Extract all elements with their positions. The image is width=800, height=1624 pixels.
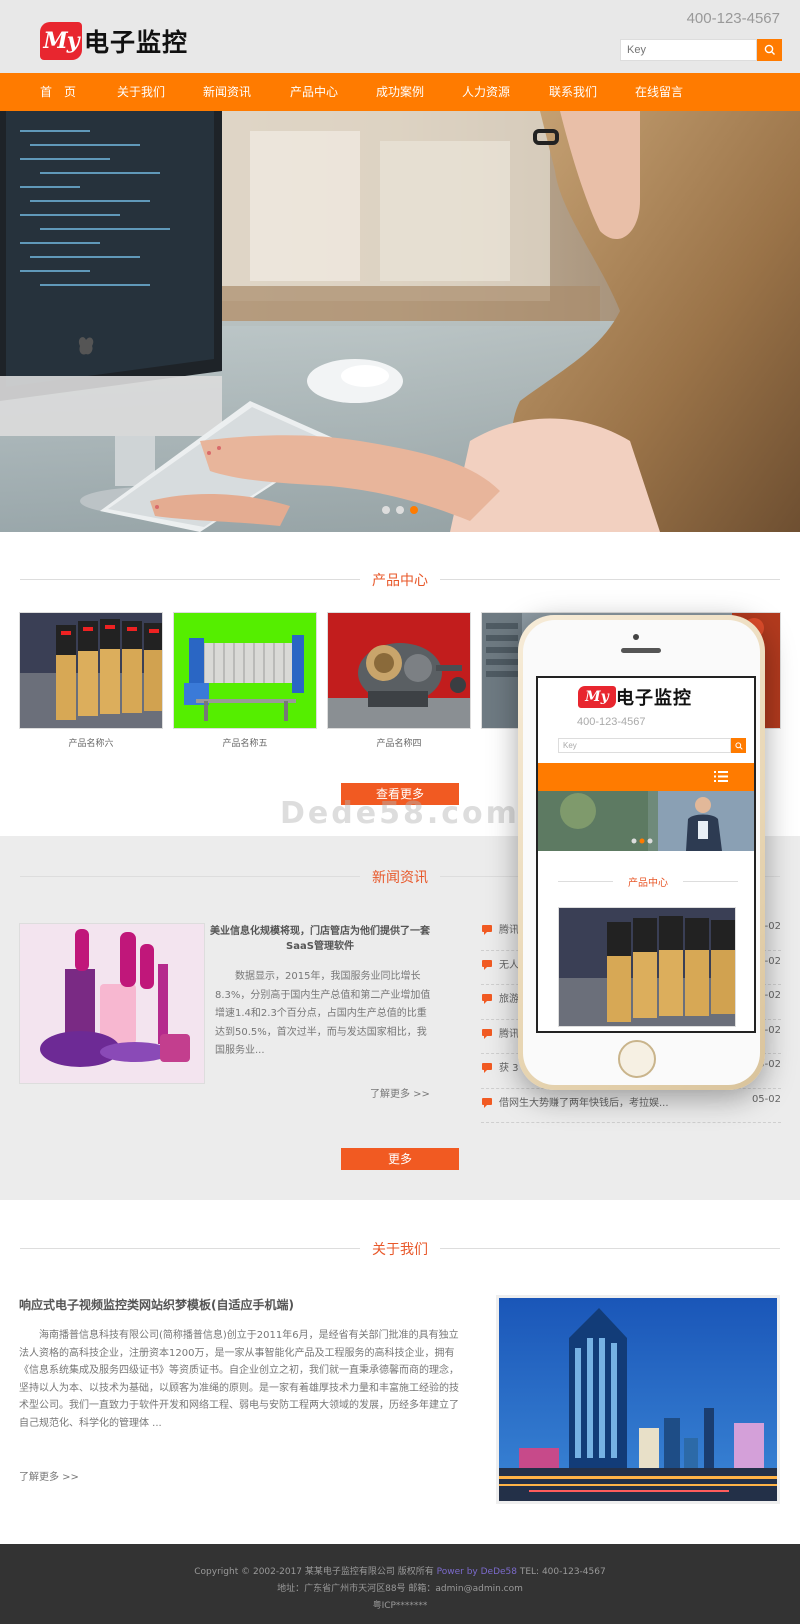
search-icon xyxy=(764,44,775,55)
hero-banner[interactable] xyxy=(0,111,800,532)
message-icon xyxy=(482,959,492,970)
product-image xyxy=(327,612,471,729)
news-featured-image[interactable] xyxy=(19,923,205,1084)
nav-item-message[interactable]: 在线留言 xyxy=(635,73,683,111)
watermark: Dede58.com xyxy=(280,796,520,831)
footer-line-2: 地址：广东省广州市天河区88号 邮箱：admin@admin.com xyxy=(0,1581,800,1594)
products-section-title: 产品中心 xyxy=(20,569,780,589)
news-list-item[interactable]: 借网生大势赚了两年快钱后，考拉娱... 05-02 xyxy=(481,1089,781,1123)
news-more-button[interactable]: 更多 xyxy=(341,1148,459,1170)
news-list-item-title[interactable]: 腾讯 xyxy=(499,921,519,936)
footer-line-1: Copyright © 2002-2017 某某电子监控有限公司 版权所有 Po… xyxy=(0,1564,800,1577)
search-bar xyxy=(620,39,782,61)
phone-mockup: My 电子监控 400-123-4567 Key 产品中心 xyxy=(518,615,765,1090)
banner-image xyxy=(0,111,800,532)
nav-item-contact[interactable]: 联系我们 xyxy=(549,73,597,111)
news-featured-title[interactable]: 美业信息化规模将现，门店管店为他们提供了一套SaaS管理软件 xyxy=(205,924,435,954)
mockup-search-bar: Key xyxy=(558,738,746,753)
nav-item-hr[interactable]: 人力资源 xyxy=(462,73,510,111)
mockup-section-title-text: 产品中心 xyxy=(628,878,668,889)
nav-item-home[interactable]: 首 页 xyxy=(40,73,76,111)
mockup-section-title: 产品中心 xyxy=(558,874,738,889)
site-footer: Copyright © 2002-2017 某某电子监控有限公司 版权所有 Po… xyxy=(0,1544,800,1624)
footer-tel: TEL: 400-123-4567 xyxy=(519,1567,606,1577)
news-featured-more-link[interactable]: 了解更多 >> xyxy=(370,1085,430,1100)
search-input[interactable] xyxy=(620,39,757,61)
mockup-search-input: Key xyxy=(558,738,731,753)
mockup-logo: My 电子监控 xyxy=(578,684,692,710)
product-name[interactable]: 产品名称五 xyxy=(173,736,317,749)
camera-icon xyxy=(633,634,639,640)
product-name[interactable]: 产品名称四 xyxy=(327,736,471,749)
mockup-phone: 400-123-4567 xyxy=(577,716,646,728)
phone-mockup-screen: My 电子监控 400-123-4567 Key 产品中心 xyxy=(536,676,756,1033)
mockup-search-button xyxy=(731,738,746,753)
site-logo[interactable]: My 电子监控 xyxy=(40,20,188,62)
about-title-text: 关于我们 xyxy=(372,1242,428,1258)
nav-item-products[interactable]: 产品中心 xyxy=(290,73,338,111)
message-icon xyxy=(482,1063,492,1073)
phone-mockup-body: My 电子监控 400-123-4567 Key 产品中心 xyxy=(523,620,760,1085)
products-title-text: 产品中心 xyxy=(372,573,428,589)
mockup-nav-bar xyxy=(538,763,754,791)
message-icon xyxy=(482,1097,492,1108)
search-icon xyxy=(734,741,743,750)
product-name[interactable]: 产品名称六 xyxy=(19,736,163,749)
message-icon xyxy=(482,994,492,1004)
news-list-item-date: 05-02 xyxy=(751,1093,781,1105)
about-heading: 响应式电子视频监控类网站织梦模板(自适应手机端) xyxy=(19,1298,294,1312)
banner-dot-1[interactable] xyxy=(382,506,390,514)
main-nav: 首 页 关于我们 新闻资讯 产品中心 成功案例 人力资源 联系我们 在线留言 xyxy=(0,73,800,111)
logo-badge: My xyxy=(40,22,82,60)
mockup-banner xyxy=(538,791,754,851)
news-list-item-title[interactable]: 获 3 xyxy=(499,1059,519,1074)
message-icon xyxy=(482,925,492,935)
about-image xyxy=(496,1295,780,1504)
mockup-product-image xyxy=(558,907,736,1027)
nav-item-news[interactable]: 新闻资讯 xyxy=(203,73,251,111)
product-image xyxy=(19,612,163,729)
product-card[interactable]: 产品名称五 xyxy=(173,612,317,749)
product-image xyxy=(173,612,317,729)
about-more-link[interactable]: 了解更多 >> xyxy=(19,1468,79,1483)
product-card[interactable]: 产品名称四 xyxy=(327,612,471,749)
message-icon xyxy=(482,1028,492,1039)
site-header: My 电子监控 400-123-4567 xyxy=(0,0,800,73)
news-list-item-title[interactable]: 旅游 xyxy=(499,990,519,1005)
footer-address: 地址：广东省广州市天河区88号 xyxy=(277,1584,406,1594)
banner-pagination xyxy=(382,506,418,514)
news-list-item-title[interactable]: 无人 xyxy=(499,956,519,971)
mockup-logo-text: 电子监控 xyxy=(616,688,692,709)
banner-dot-2[interactable] xyxy=(396,506,404,514)
footer-copyright: Copyright © 2002-2017 某某电子监控有限公司 版权所有 xyxy=(194,1567,434,1577)
footer-powered-link[interactable]: Power by DeDe58 xyxy=(437,1567,517,1577)
news-featured-excerpt: 数据显示，2015年，我国服务业同比增长8.3%，分别高于国内生产总值和第二产业… xyxy=(215,971,431,1056)
speaker-icon xyxy=(621,648,661,653)
footer-icp[interactable]: 粤ICP******* xyxy=(0,1598,800,1611)
search-button[interactable] xyxy=(757,39,782,61)
news-list-item-title[interactable]: 借网生大势赚了两年快钱后，考拉娱... xyxy=(499,1094,669,1109)
footer-email: 邮箱：admin@admin.com xyxy=(408,1584,523,1594)
news-list-item-title[interactable]: 腾讯 xyxy=(499,1025,519,1040)
product-card[interactable]: 产品名称六 xyxy=(19,612,163,749)
nav-item-about[interactable]: 关于我们 xyxy=(117,73,165,111)
home-button-icon xyxy=(618,1040,656,1078)
logo-text: 电子监控 xyxy=(84,28,189,57)
nav-item-cases[interactable]: 成功案例 xyxy=(376,73,424,111)
banner-dot-3[interactable] xyxy=(410,506,418,514)
header-phone: 400-123-4567 xyxy=(686,10,780,27)
menu-icon xyxy=(714,771,728,782)
about-description: 海南播普信息科技有限公司(简称播普信息)创立于2011年6月，是经省有关部门批准… xyxy=(19,1330,459,1429)
mockup-logo-badge: My xyxy=(578,686,616,708)
about-section-title: 关于我们 xyxy=(20,1238,780,1258)
